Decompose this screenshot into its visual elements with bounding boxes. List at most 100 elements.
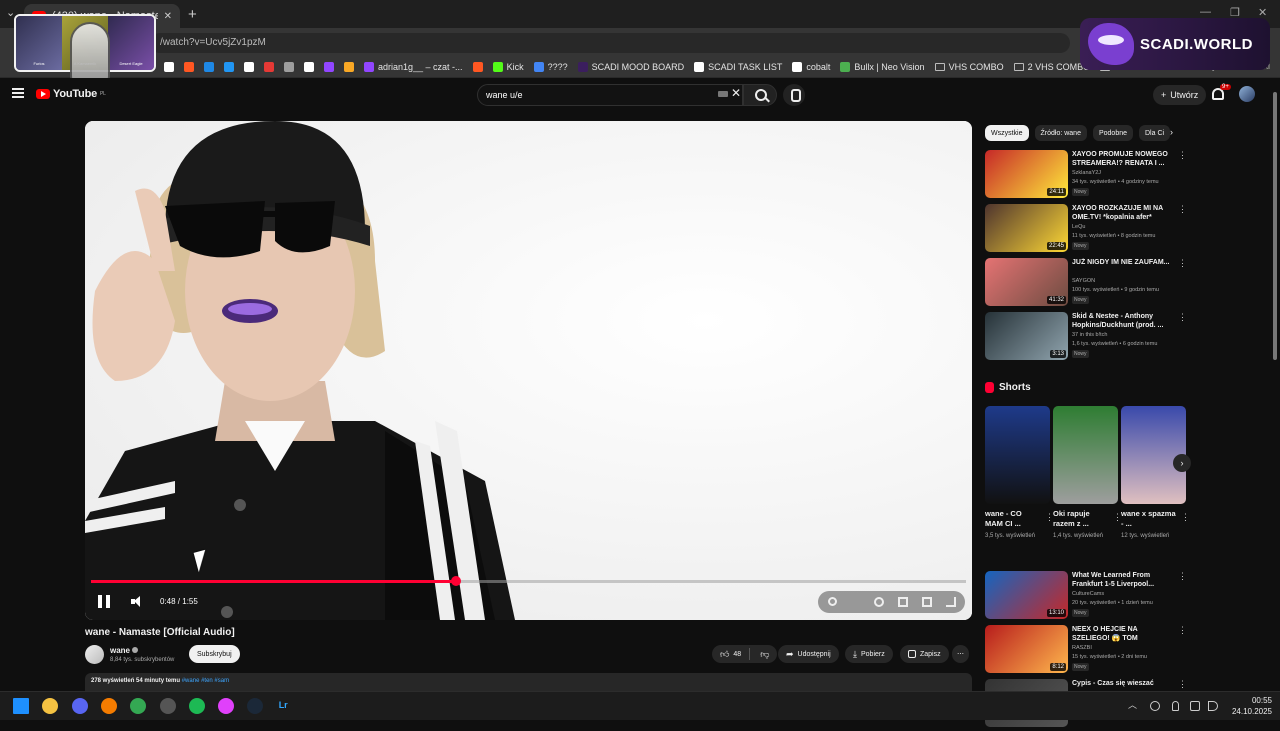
fullscreen-icon[interactable]: [946, 597, 956, 607]
keyboard-icon[interactable]: [718, 91, 728, 97]
recommendation-title[interactable]: Cypis - Czas się wieszać: [1072, 679, 1172, 688]
short-thumbnail[interactable]: [1053, 406, 1118, 504]
video-thumbnail[interactable]: 24:11: [985, 150, 1068, 198]
recommendation-item[interactable]: 3:13 Skid & Nestee - Anthony Hopkins/Duck…: [985, 312, 1187, 364]
description-box[interactable]: 278 wyświetleń 54 minuty temu #wane #ten…: [85, 673, 972, 693]
recommendation-item[interactable]: 22:45 XAYOO ROZKAZUJE MI NA OME.TV! *kopa…: [985, 204, 1187, 256]
more-vertical-icon[interactable]: ⋮: [1178, 679, 1187, 690]
thumbs-down-icon[interactable]: 👎︎: [760, 649, 769, 660]
recommendation-title[interactable]: JUŻ NIGDY IM NIE ZAUFAM...: [1072, 258, 1172, 267]
more-actions-button[interactable]: ⋯: [952, 645, 969, 663]
recommendation-title[interactable]: XAYOO ROZKAZUJE MI NA OME.TV! *kopalnia …: [1072, 204, 1172, 222]
app-orange-icon[interactable]: [100, 698, 117, 714]
short-title[interactable]: wane x spazma - ...: [1121, 509, 1177, 529]
more-vertical-icon[interactable]: ⋮: [1178, 204, 1187, 215]
tray-display-icon[interactable]: [1190, 701, 1200, 711]
bookmark-item[interactable]: [164, 61, 174, 72]
recommendation-channel[interactable]: LeQu: [1072, 224, 1085, 230]
recommendation-title[interactable]: What We Learned From Frankfurt 1-5 Liver…: [1072, 571, 1172, 589]
tray-mic-icon[interactable]: [1172, 701, 1179, 711]
recommendation-channel[interactable]: RASZBI: [1072, 645, 1092, 651]
recommendation-title[interactable]: NEEX O HEJCIE NA SZELIEGO! 😱 TOM TROLLUJ…: [1072, 625, 1172, 643]
short-item[interactable]: wane x spazma - ... 12 tys. wyświetleń ⋮: [1121, 406, 1190, 541]
channel-avatar[interactable]: [85, 645, 104, 664]
url-field[interactable]: /watch?v=Ucv5jZv1pzM: [150, 33, 1070, 53]
bookmark-item[interactable]: [184, 61, 194, 72]
video-thumbnail[interactable]: 3:13: [985, 312, 1068, 360]
steam-icon[interactable]: [247, 698, 264, 714]
bookmark-item[interactable]: cobalt: [792, 61, 830, 72]
short-title[interactable]: wane - CO MAM CI ...: [985, 509, 1041, 529]
recommendation-channel[interactable]: 37 in this b!tch: [1072, 332, 1107, 338]
recommendation-item[interactable]: 24:11 XAYOO PROMUJE NOWEGO STREAMERA!? RE…: [985, 150, 1187, 202]
video-player[interactable]: 0:48 / 1:55: [85, 121, 972, 620]
recommendation-channel[interactable]: SzklanaY2J: [1072, 170, 1101, 176]
bookmark-item[interactable]: SCADI MOOD BOARD: [577, 61, 684, 72]
recommendation-title[interactable]: Skid & Nestee - Anthony Hopkins/Duckhunt…: [1072, 312, 1172, 330]
chrome-icon[interactable]: [130, 698, 147, 714]
create-button[interactable]: + Utwórz: [1153, 85, 1207, 105]
more-vertical-icon[interactable]: ⋮: [1178, 625, 1187, 636]
channel-name[interactable]: wane: [110, 646, 139, 655]
hashtags[interactable]: #wane #ten #sam: [182, 678, 229, 684]
shorts-next-arrow-icon[interactable]: ›: [1173, 454, 1191, 472]
minimize-icon[interactable]: —: [1200, 6, 1211, 18]
more-vertical-icon[interactable]: ⋮: [1181, 512, 1190, 523]
spotify-icon[interactable]: [188, 698, 205, 714]
more-vertical-icon[interactable]: ⋮: [1178, 258, 1187, 269]
filter-chip[interactable]: Dla Ci: [1139, 125, 1171, 141]
tray-chevron-icon[interactable]: ︿: [1128, 698, 1138, 710]
recommendation-channel[interactable]: SAYGON: [1072, 278, 1095, 284]
progress-bar[interactable]: [91, 576, 966, 586]
voice-search-button[interactable]: [783, 84, 805, 106]
account-avatar[interactable]: [1239, 86, 1255, 102]
short-title[interactable]: Oki rapuje razem z ...: [1053, 509, 1109, 529]
more-vertical-icon[interactable]: ⋮: [1178, 150, 1187, 161]
recommendation-title[interactable]: XAYOO PROMUJE NOWEGO STREAMERA!? RENATA …: [1072, 150, 1172, 168]
short-thumbnail[interactable]: [985, 406, 1050, 504]
bookmark-item[interactable]: VHS COMBO: [934, 62, 1004, 72]
new-tab-plus-icon[interactable]: +: [188, 6, 197, 23]
windows-icon[interactable]: [13, 698, 29, 714]
settings-gear-icon[interactable]: [874, 597, 884, 607]
short-item[interactable]: wane - CO MAM CI ... 3,5 tys. wyświetleń ⋮: [985, 406, 1054, 541]
recommendation-channel[interactable]: CultureCams: [1072, 591, 1104, 597]
theater-mode-icon[interactable]: [922, 597, 932, 607]
clear-search-icon[interactable]: ✕: [731, 86, 741, 100]
scrollbar-thumb[interactable]: [1273, 92, 1277, 360]
bookmark-item[interactable]: ????: [533, 61, 568, 72]
more-vertical-icon[interactable]: ⋮: [1178, 312, 1187, 323]
bookmark-item[interactable]: [472, 61, 483, 72]
bookmark-item[interactable]: [204, 61, 214, 72]
filter-chip[interactable]: Wszystkie: [985, 125, 1029, 141]
recommendation-item[interactable]: 41:32 JUŻ NIGDY IM NIE ZAUFAM... SAYGON 100…: [985, 258, 1187, 310]
app-pink-icon[interactable]: [218, 698, 235, 714]
youtube-logo[interactable]: YouTube PL: [36, 88, 106, 100]
download-button[interactable]: ⤓ Pobierz: [845, 645, 893, 663]
search-button[interactable]: [743, 84, 777, 106]
subscribe-button[interactable]: Subskrybuj: [189, 645, 240, 663]
bookmark-item[interactable]: [304, 61, 314, 72]
system-clock[interactable]: 00:55 24.10.2025: [1228, 695, 1272, 717]
short-item[interactable]: Oki rapuje razem z ... 1,4 tys. wyświetle…: [1053, 406, 1122, 541]
bookmark-item[interactable]: [284, 61, 294, 72]
bookmark-item[interactable]: adrian1g__ – czat -...: [364, 61, 463, 72]
volume-icon[interactable]: [131, 596, 145, 607]
filter-chip[interactable]: Źródło: wane: [1034, 125, 1087, 141]
like-button[interactable]: 👍︎ 48 👎︎: [712, 645, 778, 663]
page-scrollbar[interactable]: [1272, 86, 1278, 686]
recommendation-item[interactable]: 8:12 NEEX O HEJCIE NA SZELIEGO! 😱 TOM TRO…: [985, 625, 1187, 677]
pause-icon[interactable]: [98, 595, 110, 608]
filter-chip[interactable]: Podobne: [1092, 125, 1133, 141]
menu-icon[interactable]: [12, 88, 24, 98]
miniplayer-icon[interactable]: [898, 597, 908, 607]
tray-volume-icon[interactable]: [1208, 701, 1218, 711]
discord-icon[interactable]: [71, 698, 88, 714]
video-thumbnail[interactable]: 22:45: [985, 204, 1068, 252]
bookmark-item[interactable]: [224, 61, 234, 72]
chips-next-arrow-icon[interactable]: ›: [1170, 127, 1173, 137]
more-vertical-icon[interactable]: ⋮: [1178, 571, 1187, 582]
bookmark-item[interactable]: [344, 61, 354, 72]
lightroom-icon[interactable]: Lr: [279, 700, 288, 710]
bookmark-item[interactable]: 2 VHS COMBO: [1013, 62, 1090, 72]
